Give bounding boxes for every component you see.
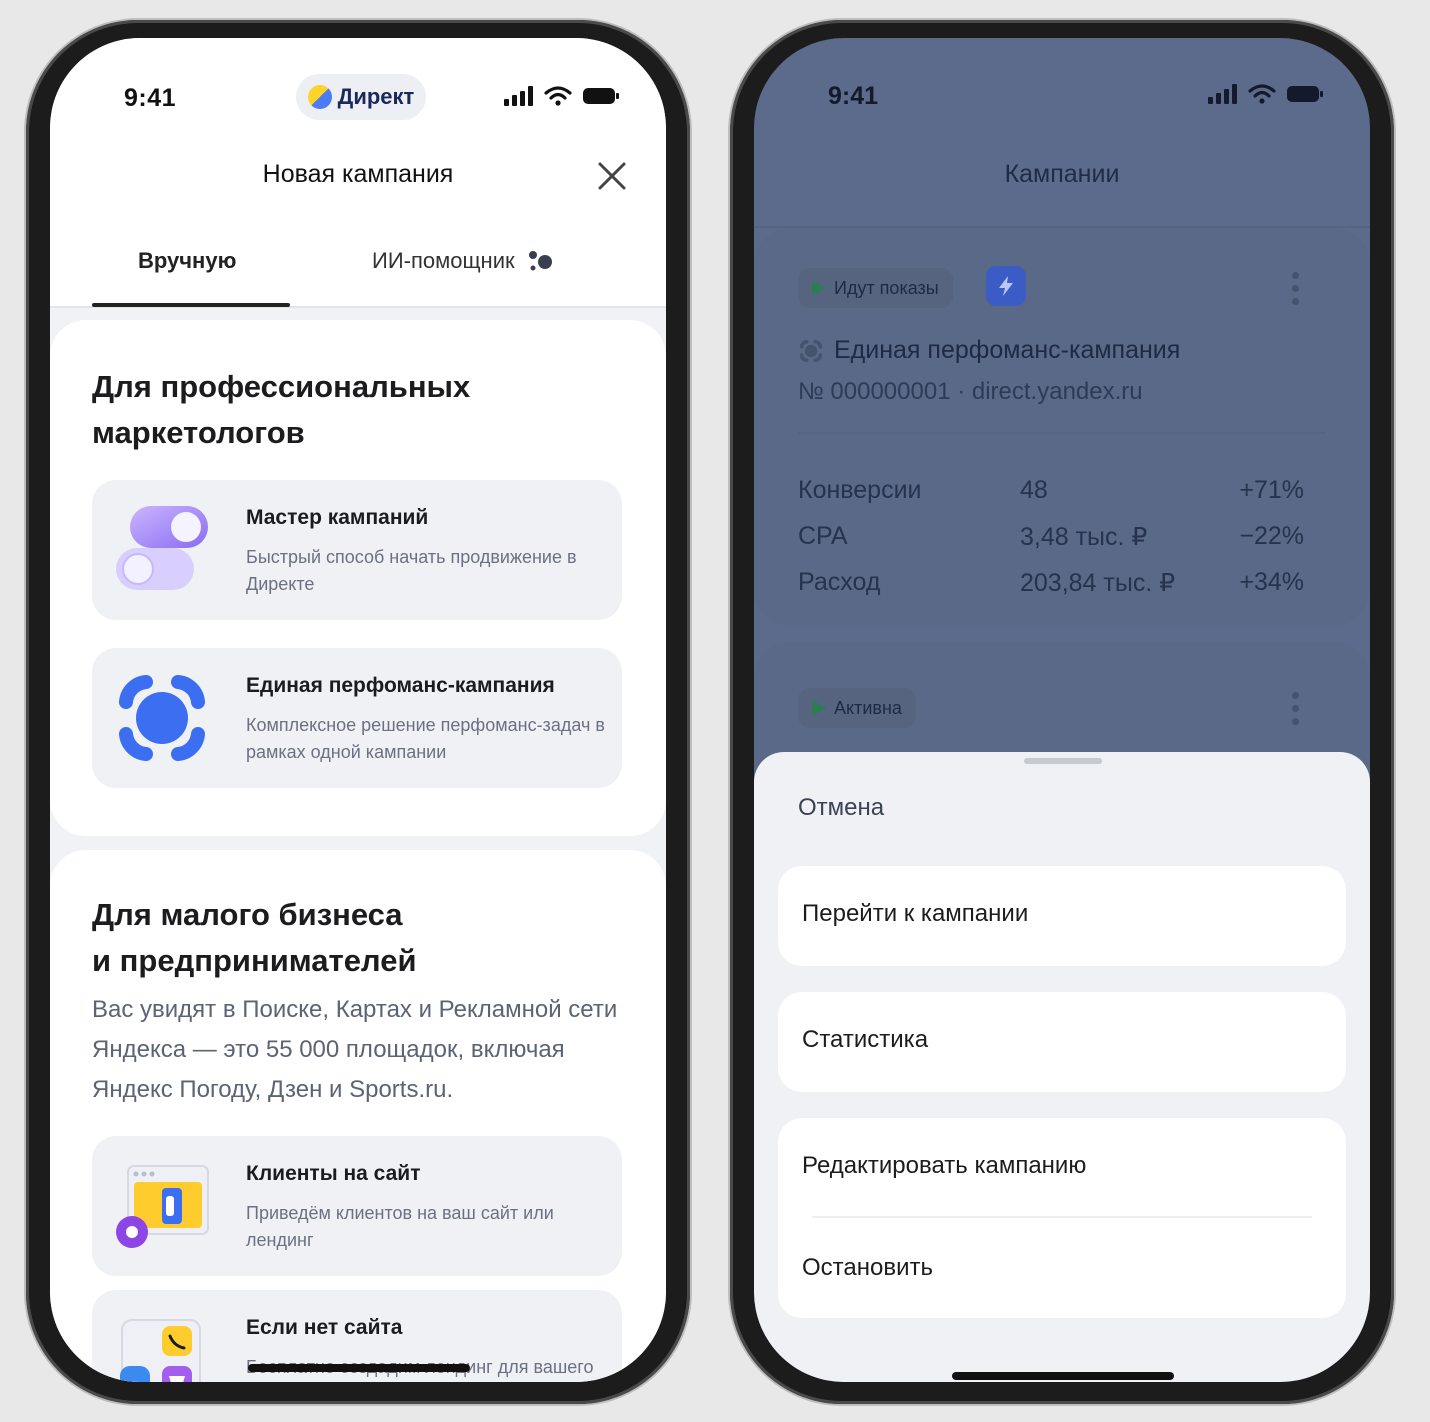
wifi-icon <box>544 86 572 106</box>
status-time: 9:41 <box>828 82 879 110</box>
section-title-line: Для профессиональных <box>92 369 471 404</box>
sheet-divider <box>812 1216 1312 1218</box>
tab-manual[interactable]: Вручную <box>138 248 236 274</box>
status-icons <box>1208 84 1324 104</box>
battery-icon <box>1287 86 1323 102</box>
status-badge-label: Активна <box>834 697 902 718</box>
close-icon[interactable] <box>594 158 630 194</box>
more-icon[interactable] <box>1292 692 1300 725</box>
header: 9:41 Директ Новая кампания Вручную ИИ-по… <box>50 38 666 308</box>
battery-icon <box>583 88 619 104</box>
signal-icon <box>1208 84 1237 104</box>
stat-label: Конверсии <box>798 476 922 504</box>
phone-frame-right: 9:41 Кампании Идут показы Единая перфома… <box>730 20 1394 1404</box>
play-icon <box>812 700 826 716</box>
landing-apps-icon <box>120 1319 201 1382</box>
section-title-line: маркетологов <box>92 415 305 450</box>
edit-campaign-button[interactable]: Редактировать кампанию <box>802 1152 1086 1180</box>
option-subtitle: Приведём клиентов на ваш сайт или лендин… <box>246 1203 554 1250</box>
page-title: Кампании <box>1004 160 1120 188</box>
go-to-campaign-button[interactable]: Перейти к кампании <box>778 866 1346 966</box>
stat-value: 203,84 тыс. ₽ <box>1020 569 1176 597</box>
section-small-business: Для малого бизнеса и предпринимателей Ва… <box>50 850 666 1382</box>
stat-value: 3,48 тыс. ₽ <box>1020 523 1148 551</box>
stat-label: Расход <box>798 568 881 596</box>
status-badge-label: Идут показы <box>834 277 939 298</box>
stat-value: 48 <box>1020 476 1048 504</box>
status-icons <box>504 86 620 106</box>
app-pill-label: Директ <box>337 84 415 109</box>
play-icon <box>812 280 826 296</box>
option-title: Единая перфоманс-кампания <box>246 674 555 697</box>
status-badge: Идут показы <box>798 268 953 308</box>
app-pill[interactable]: Директ <box>296 74 426 120</box>
home-indicator[interactable] <box>248 1364 470 1372</box>
option-unified-performance[interactable]: Единая перфоманс-кампания Комплексное ре… <box>92 648 622 788</box>
option-title: Клиенты на сайт <box>246 1162 421 1185</box>
wifi-icon <box>1248 84 1276 104</box>
stat-delta: −22% <box>1239 522 1304 550</box>
toggle-switch-icon <box>116 506 208 590</box>
option-title: Если нет сайта <box>246 1316 403 1339</box>
statistics-button[interactable]: Статистика <box>778 992 1346 1092</box>
screen-campaigns: 9:41 Кампании Идут показы Единая перфома… <box>754 38 1370 1382</box>
statistics-label: Статистика <box>802 1026 929 1053</box>
direct-logo-icon <box>307 85 332 109</box>
screen-new-campaign: 9:41 Директ Новая кампания Вручную ИИ-по… <box>50 38 666 1382</box>
option-subtitle: Комплексное решение перфоманс-задач в ра… <box>246 715 605 762</box>
tab-ai-assistant-label: ИИ-помощник <box>372 248 515 273</box>
action-sheet: Отмена Перейти к кампании Статистика Ред… <box>754 752 1370 1382</box>
section-title: Для профессиональных маркетологов <box>92 364 612 456</box>
option-clients-to-site[interactable]: Клиенты на сайт Приведём клиентов на ваш… <box>92 1136 622 1276</box>
phone-frame-left: 9:41 Директ Новая кампания Вручную ИИ-по… <box>26 20 690 1404</box>
campaign-card[interactable]: Идут показы Единая перфоманс-кампания № … <box>754 228 1370 626</box>
option-title: Мастер кампаний <box>246 506 429 529</box>
section-title: Для малого бизнеса и предпринимателей <box>92 892 612 984</box>
status-bar: 9:41 Директ <box>50 38 666 138</box>
card-divider <box>798 432 1326 434</box>
status-time: 9:41 <box>124 84 177 112</box>
campaign-name-row: Единая перфоманс-кампания <box>798 336 1180 365</box>
tab-active-indicator <box>92 303 290 307</box>
tab-ai-assistant[interactable]: ИИ-помощник <box>372 248 555 274</box>
home-indicator[interactable] <box>952 1372 1174 1380</box>
page-title: Новая кампания <box>262 160 454 188</box>
section-title-line: Для малого бизнеса <box>92 897 403 932</box>
section-professional: Для профессиональных маркетологов Мастер… <box>50 320 666 836</box>
signal-icon <box>504 86 533 106</box>
stop-campaign-button[interactable]: Остановить <box>802 1254 933 1282</box>
option-campaign-master[interactable]: Мастер кампаний Быстрый способ начать пр… <box>92 480 622 620</box>
stat-label: CPA <box>798 522 848 550</box>
website-window-icon <box>116 1165 209 1248</box>
lightning-icon <box>986 266 1026 306</box>
focus-target-icon <box>119 675 205 761</box>
cancel-button[interactable]: Отмена <box>798 794 884 822</box>
stat-delta: +34% <box>1239 568 1304 596</box>
focus-target-icon <box>799 339 823 362</box>
campaign-subtitle: № 000000001 · direct.yandex.ru <box>798 378 1143 405</box>
campaign-name: Единая перфоманс-кампания <box>834 336 1181 364</box>
status-badge: Активна <box>798 688 916 728</box>
more-icon[interactable] <box>1292 272 1300 305</box>
actions-group: Редактировать кампанию Остановить <box>778 1118 1346 1318</box>
section-description: Вас увидят в Поиске, Картах и Рекламной … <box>92 996 618 1103</box>
section-title-line: и предпринимателей <box>92 943 417 978</box>
option-subtitle: Быстрый способ начать продвижение в Дире… <box>246 547 577 594</box>
ai-dots-icon <box>528 251 552 271</box>
stat-delta: +71% <box>1239 476 1304 504</box>
go-to-campaign-label: Перейти к кампании <box>802 900 1029 927</box>
sheet-grabber[interactable] <box>1024 758 1102 764</box>
